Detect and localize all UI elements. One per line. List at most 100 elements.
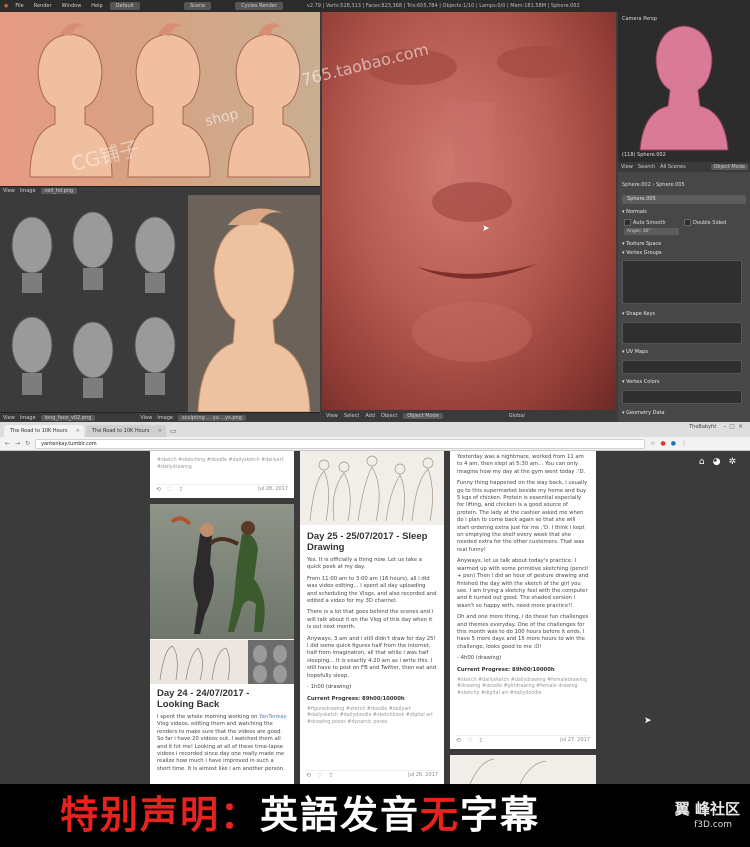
share-icon[interactable]: ⇪	[178, 486, 183, 493]
reblog-icon[interactable]: ⟲	[156, 486, 161, 493]
figure-sketches-illustration	[309, 455, 434, 522]
props-mode-selector[interactable]: Object Mode	[710, 164, 748, 170]
ref1-image-menu[interactable]: Image	[20, 188, 36, 194]
browser-tab-1[interactable]: The Road to 10K Hours ×	[4, 425, 84, 437]
props-all-scenes[interactable]: All Scenes	[660, 164, 686, 170]
window-controls-icon[interactable]: –▢×	[723, 423, 746, 430]
viewport-view-menu[interactable]: View	[326, 413, 338, 419]
breadcrumb-mesh[interactable]: Sphere.005	[656, 182, 685, 188]
reload-icon[interactable]: ↻	[25, 440, 30, 447]
share-icon[interactable]: ⇪	[328, 772, 333, 779]
gear-icon[interactable]: ✲	[728, 457, 736, 467]
new-tab-icon[interactable]: ▭	[170, 425, 177, 437]
shape-keys-list[interactable]	[622, 322, 742, 344]
ref3-image-menu[interactable]: Image	[157, 415, 173, 421]
post-card-col1-top: #sketch #sketching #doodle #dailysketch …	[150, 451, 294, 498]
share-icon[interactable]: ⇪	[478, 737, 483, 744]
address-bar[interactable]: yantenkay.tumblr.com	[35, 438, 646, 449]
extension-icon[interactable]: ●	[660, 440, 665, 447]
viewport-select-menu[interactable]: Select	[344, 413, 359, 419]
reference-image-pane-2[interactable]	[0, 195, 186, 412]
post-image-sketches[interactable]	[150, 640, 294, 684]
ref3-view-menu[interactable]: View	[140, 415, 152, 421]
extension-icon[interactable]: ●	[671, 440, 676, 447]
blender-logo-icon[interactable]: ◉	[4, 3, 8, 9]
vertex-groups-list[interactable]	[622, 260, 742, 304]
viewport-add-menu[interactable]: Add	[365, 413, 375, 419]
breadcrumb-object[interactable]: Sphere.002	[622, 182, 651, 188]
props-search-menu[interactable]: Search	[638, 164, 655, 170]
reference-busts-front	[29, 23, 311, 178]
reblog-icon[interactable]: ⟲	[456, 737, 461, 744]
next-post-sketch	[469, 758, 547, 784]
post-date[interactable]: Jul 28, 2017	[258, 486, 288, 493]
post-card-day-26: Yesterday was a nightmare, worked from 1…	[450, 451, 596, 749]
star-icon[interactable]: ☆	[650, 440, 655, 447]
post-tags[interactable]: #figuredrawing #sketch #doodle #dailyart…	[307, 707, 437, 727]
palette-icon[interactable]: ◕	[713, 457, 721, 467]
viewport-orientation-selector[interactable]: Global	[509, 413, 525, 419]
menu-file[interactable]: File	[12, 3, 26, 9]
ref2-view-menu[interactable]: View	[3, 415, 15, 421]
close-tab-icon[interactable]: ×	[76, 425, 80, 437]
forward-icon[interactable]: →	[15, 440, 20, 447]
post-date[interactable]: Jul 26, 2017	[408, 772, 438, 779]
menu-window[interactable]: Window	[59, 3, 85, 9]
dancers-illustration	[170, 516, 265, 634]
auto-smooth-checkbox[interactable]: Auto Smooth	[624, 219, 666, 226]
camera-object-name: (118) Sphere.002	[622, 152, 666, 158]
camera-preview[interactable]: Camera Persp (118) Sphere.002	[618, 12, 750, 162]
props-view-menu[interactable]: View	[621, 164, 633, 170]
menu-icon[interactable]: ⋮	[681, 440, 687, 447]
panel-vertex-colors[interactable]: Vertex Colors	[622, 379, 659, 385]
close-tab-icon[interactable]: ×	[158, 425, 162, 437]
uv-maps-list[interactable]	[622, 360, 742, 374]
panel-uv-maps[interactable]: UV Maps	[622, 349, 648, 355]
post-paragraph: There is a lot that goes behind the scen…	[307, 609, 434, 631]
panel-shape-keys[interactable]: Shape Keys	[622, 311, 655, 317]
menu-help[interactable]: Help	[88, 3, 105, 9]
home-icon[interactable]: ⌂	[699, 457, 705, 467]
scene-selector[interactable]: Scene	[183, 2, 212, 10]
viewport-mode-selector[interactable]: Object Mode	[403, 413, 443, 419]
back-icon[interactable]: ←	[5, 440, 10, 447]
ref2-image-menu[interactable]: Image	[20, 415, 36, 421]
render-engine-selector[interactable]: Cycles Render	[235, 2, 283, 10]
angle-label: Angle:	[627, 229, 642, 234]
post-link-yantenkay[interactable]: YanTenkay	[259, 714, 286, 720]
layout-selector[interactable]: Default	[109, 2, 140, 10]
sketch-thumbnails	[159, 640, 294, 684]
reblog-icon[interactable]: ⟲	[306, 772, 311, 779]
reference-image-pane-3[interactable]	[188, 195, 320, 412]
community-logo: 翼 峰社区	[674, 800, 740, 818]
panel-normals[interactable]: Normals	[622, 209, 647, 215]
post-image-figure-sketches[interactable]	[300, 451, 444, 525]
vertex-colors-list[interactable]	[622, 390, 742, 404]
post-title[interactable]: Day 25 - 25/07/2017 - Sleep Drawing	[307, 531, 437, 553]
ref1-file-name[interactable]: cell_hd.png	[40, 188, 78, 194]
3d-viewport[interactable]: ➤	[322, 12, 616, 410]
post-date[interactable]: Jul 27, 2017	[560, 737, 590, 744]
post-progress: Current Progress: 89h00/10000h	[307, 695, 405, 702]
menu-render[interactable]: Render	[31, 3, 55, 9]
post-image-dancers[interactable]	[150, 504, 294, 639]
double-sided-checkbox[interactable]: Double Sided	[684, 219, 726, 226]
angle-field[interactable]: Angle: 30°	[624, 228, 679, 235]
ref3-file-name[interactable]: sculpting ... yu ...ys.png	[177, 414, 246, 421]
post-tags[interactable]: #sketch #dailysketch #dailydrawing #fema…	[457, 678, 589, 698]
heart-icon[interactable]: ♡	[167, 486, 172, 493]
post-tags[interactable]: #sketch #sketching #doodle #dailysketch …	[157, 458, 287, 471]
panel-texture-space[interactable]: Texture Space	[622, 241, 661, 247]
post-title[interactable]: Day 24 - 24/07/2017 - Looking Back	[157, 688, 287, 710]
viewport-object-menu[interactable]: Object	[381, 413, 397, 419]
panel-geometry-data[interactable]: Geometry Data	[622, 410, 664, 416]
mesh-name-field[interactable]: Sphere.005	[622, 195, 746, 204]
browser-tab-2[interactable]: The Road to 10K Hours ×	[86, 425, 166, 437]
reference-image-pane-1[interactable]	[0, 12, 320, 186]
browser-user-name[interactable]: TheBabyfd	[689, 424, 716, 430]
panel-vertex-groups[interactable]: Vertex Groups	[622, 250, 662, 256]
heart-icon[interactable]: ♡	[467, 737, 472, 744]
ref2-file-name[interactable]: long_face_v02.png	[40, 414, 96, 421]
heart-icon[interactable]: ♡	[317, 772, 322, 779]
ref1-view-menu[interactable]: View	[3, 188, 15, 194]
